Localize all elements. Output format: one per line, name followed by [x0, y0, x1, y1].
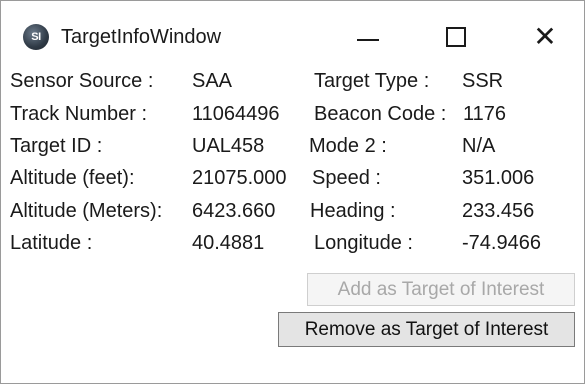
target-id-value: UAL458 — [192, 135, 265, 157]
title-bar[interactable]: SI TargetInfoWindow ✕ — [1, 1, 584, 59]
minimize-icon — [357, 39, 379, 41]
heading-label: Heading : — [310, 200, 396, 222]
altitude-meters-value: 6423.660 — [192, 200, 276, 222]
beacon-code-value: 1176 — [463, 103, 507, 125]
altitude-feet-value: 21075.000 — [192, 167, 287, 189]
latitude-label: Latitude : — [10, 232, 93, 254]
target-info-content: Sensor Source : SAA Target Type : SSR Tr… — [1, 59, 584, 383]
heading-value: 233.456 — [462, 200, 535, 222]
longitude-label: Longitude : — [314, 232, 413, 254]
close-button[interactable]: ✕ — [515, 15, 575, 59]
add-target-of-interest-button: Add as Target of Interest — [307, 273, 575, 306]
target-type-label: Target Type : — [314, 70, 430, 92]
target-info-window: SI TargetInfoWindow ✕ Sensor Source : SA… — [0, 0, 585, 384]
sensor-source-label: Sensor Source : — [10, 70, 154, 92]
mode2-value: N/A — [462, 135, 496, 157]
remove-target-of-interest-button[interactable]: Remove as Target of Interest — [278, 312, 575, 347]
maximize-button[interactable] — [426, 15, 486, 59]
speed-label: Speed : — [312, 167, 381, 189]
latitude-value: 40.4881 — [192, 232, 265, 254]
beacon-code-label: Beacon Code : — [314, 103, 447, 125]
target-type-value: SSR — [462, 70, 504, 92]
sensor-source-value: SAA — [192, 70, 233, 92]
mode2-label: Mode 2 : — [309, 135, 387, 157]
maximize-icon — [446, 27, 466, 47]
target-id-label: Target ID : — [10, 135, 103, 157]
window-title: TargetInfoWindow — [61, 26, 222, 48]
app-logo-icon: SI — [23, 24, 49, 50]
close-icon: ✕ — [533, 20, 557, 53]
track-number-label: Track Number : — [10, 103, 148, 125]
speed-value: 351.006 — [462, 167, 535, 189]
longitude-value: -74.9466 — [462, 232, 541, 254]
altitude-feet-label: Altitude (feet): — [10, 167, 135, 189]
minimize-button[interactable] — [338, 15, 398, 59]
track-number-value: 11064496 — [192, 103, 280, 125]
app-logo-text: SI — [31, 31, 41, 43]
altitude-meters-label: Altitude (Meters): — [10, 200, 163, 222]
